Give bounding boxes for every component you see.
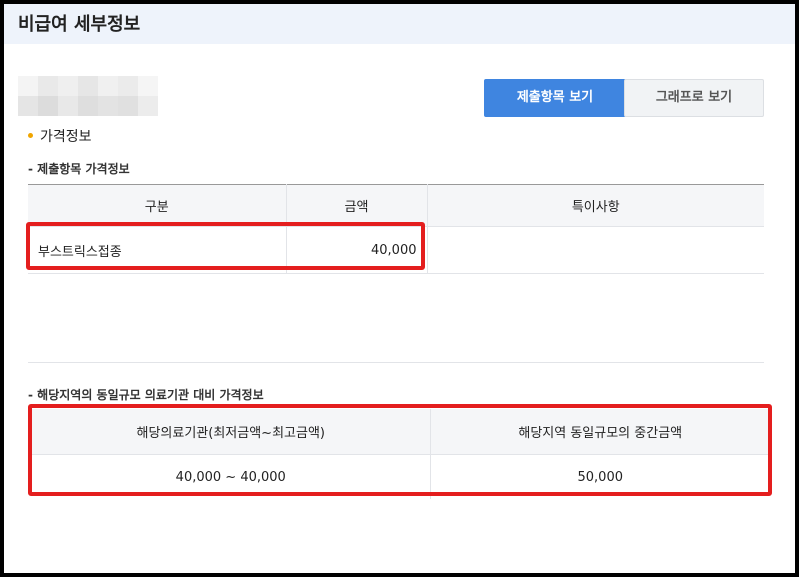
tab-submitted-items[interactable]: 제출항목 보기 — [484, 79, 626, 117]
submitted-price-title: - 제출항목 가격정보 — [28, 162, 130, 176]
column-header: 특이사항 — [426, 184, 764, 227]
regional-price-title: - 해당지역의 동일규모 의료기관 대비 가격정보 — [28, 388, 264, 402]
detail-window: 비급여 세부정보 제출항목 보기 그래프로 보기 가격정보 - 제출항목 가격정… — [4, 4, 795, 573]
tab-graph-view[interactable]: 그래프로 보기 — [624, 79, 764, 117]
bullet-icon — [28, 132, 33, 138]
column-header: 구분 — [28, 184, 286, 227]
page-title: 비급여 세부정보 — [18, 14, 141, 35]
column-header: 금액 — [285, 184, 427, 227]
note-cell — [426, 226, 764, 274]
price-info-heading: 가격정보 — [28, 126, 92, 146]
highlight-box-item — [26, 222, 425, 270]
section-divider — [28, 362, 764, 363]
table-header-row: 구분 금액 특이사항 — [28, 184, 764, 227]
view-tabs: 제출항목 보기 그래프로 보기 — [484, 79, 764, 117]
highlight-box-regional — [28, 404, 772, 496]
blurred-hospital-name — [18, 76, 158, 116]
header-bar: 비급여 세부정보 — [4, 4, 795, 44]
